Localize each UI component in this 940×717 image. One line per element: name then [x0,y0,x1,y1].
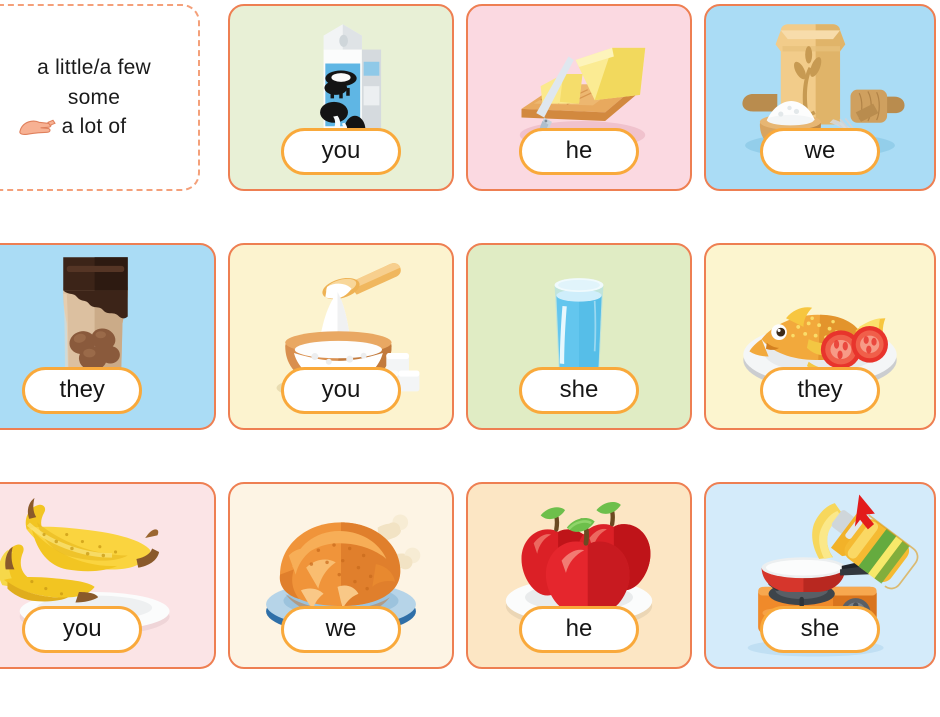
answer-pill-chocolate[interactable]: they [22,366,143,414]
instruction-line-3: a lot of [61,115,127,139]
answer-pill-water[interactable]: she [519,366,639,414]
card-grid: a little/a few some a lot of you he we t… [0,0,940,717]
grid-cell-sugar: you [222,239,460,478]
answer-pill-butter[interactable]: he [519,127,639,175]
answer-pill-milk[interactable]: you [281,127,401,175]
picture-card-chocolate[interactable]: they [0,243,216,430]
grid-cell-chicken: we [222,478,460,717]
picture-card-apples[interactable]: he [466,482,692,669]
picture-card-butter[interactable]: he [466,4,692,191]
picture-card-fish[interactable]: they [704,243,936,430]
answer-pill-chicken[interactable]: we [281,605,401,653]
grid-cell-fish: they [698,239,940,478]
grid-cell-chocolate: they [0,239,222,478]
picture-card-water[interactable]: she [466,243,692,430]
picture-card-oil[interactable]: she [704,482,936,669]
grid-cell-butter: he [460,0,698,239]
grid-cell-instruction: a little/a few some a lot of [0,0,222,239]
answer-pill-bananas[interactable]: you [22,605,143,653]
instruction-line-3-wrap: a lot of [18,112,151,142]
picture-card-milk[interactable]: you [228,4,454,191]
answer-pill-flour[interactable]: we [760,127,880,175]
picture-card-chicken[interactable]: we [228,482,454,669]
worksheet-sheet: a little/a few some a lot of you he we t… [0,0,940,717]
answer-pill-apples[interactable]: he [519,605,639,653]
picture-card-sugar[interactable]: you [228,243,454,430]
instruction-line-1: a little/a few [37,55,151,79]
answer-pill-fish[interactable]: they [760,366,880,414]
grid-cell-bananas: you [0,478,222,717]
grid-cell-oil: she [698,478,940,717]
answer-pill-oil[interactable]: she [760,605,880,653]
instruction-box: a little/a few some a lot of [0,4,200,191]
instruction-text: a little/a few some a lot of [18,53,151,142]
pointing-hand-icon [18,119,56,136]
grid-cell-water: she [460,239,698,478]
instruction-line-2: some [67,85,121,109]
picture-card-flour[interactable]: we [704,4,936,191]
grid-cell-flour: we [698,0,940,239]
instruction-line-3-inner: a lot of [18,112,127,142]
answer-pill-sugar[interactable]: you [281,366,401,414]
grid-cell-apples: he [460,478,698,717]
picture-card-bananas[interactable]: you [0,482,216,669]
grid-cell-milk: you [222,0,460,239]
